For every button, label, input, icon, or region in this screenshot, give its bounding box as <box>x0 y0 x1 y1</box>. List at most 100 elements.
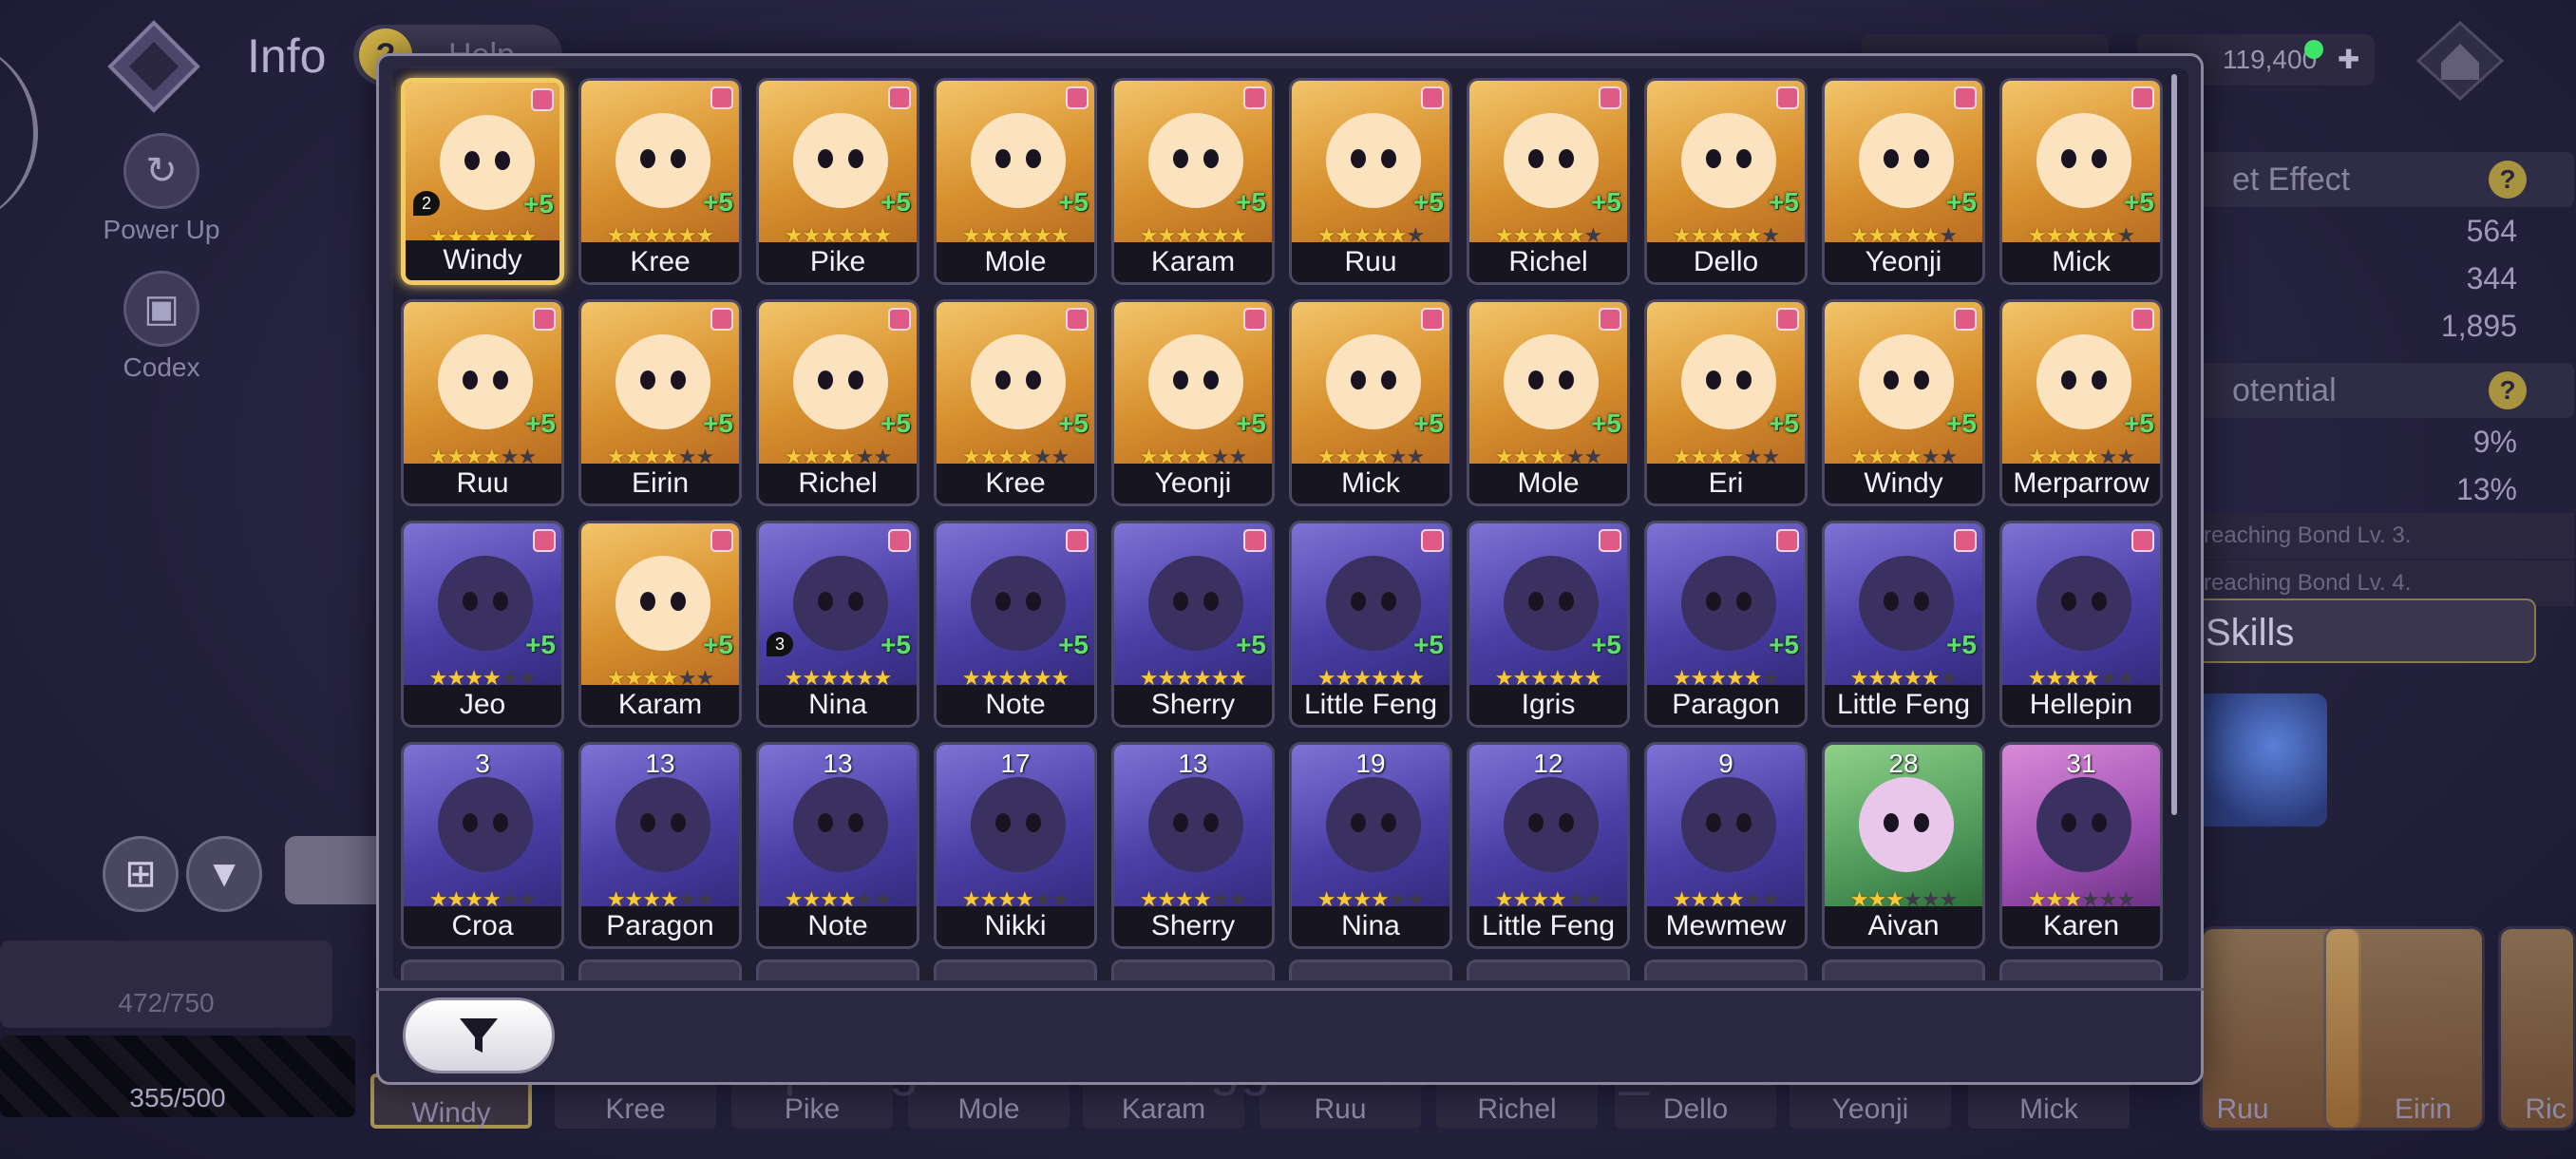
bottom-strip-card[interactable]: Eirin <box>2342 1074 2504 1129</box>
add-gems-icon[interactable]: ✚ <box>2338 45 2359 74</box>
skill-icon[interactable] <box>2194 694 2327 826</box>
character-card-partial[interactable] <box>756 960 919 980</box>
lock-icon[interactable] <box>1776 86 1799 109</box>
lock-icon[interactable] <box>1776 529 1799 552</box>
character-card[interactable]: 3 ★★★★★★ Croa <box>401 742 564 949</box>
character-card[interactable]: +5 ★★★★★★ Kree <box>934 299 1097 506</box>
character-card[interactable]: +5 ★★★★★★ Karam <box>1111 78 1275 285</box>
character-card[interactable]: +5 ★★★★★★ Mole <box>1467 299 1630 506</box>
character-card[interactable]: 9 ★★★★★★ Mewmew <box>1644 742 1808 949</box>
character-card[interactable]: 12 ★★★★★★ Little Feng <box>1467 742 1630 949</box>
character-card-partial[interactable] <box>934 960 1097 980</box>
question-icon[interactable]: ? <box>2489 371 2527 409</box>
character-card[interactable]: ★★★★★★ Hellepin <box>1999 521 2163 728</box>
lock-icon[interactable] <box>1243 529 1266 552</box>
home-icon[interactable] <box>2413 13 2508 108</box>
character-card-partial[interactable] <box>1822 960 1985 980</box>
character-face <box>793 777 888 872</box>
character-card[interactable]: +5 ★★★★★★ Richel <box>1467 78 1630 285</box>
character-card[interactable]: +5 ★★★★★★ Paragon <box>1644 521 1808 728</box>
character-card[interactable]: 13 ★★★★★★ Paragon <box>578 742 742 949</box>
lock-icon[interactable] <box>888 86 911 109</box>
lock-icon[interactable] <box>1243 308 1266 331</box>
character-card[interactable]: 2 +5 ★★★★★★ Windy <box>401 78 564 285</box>
character-card[interactable]: +5 ★★★★★★ Yeonji <box>1822 78 1985 285</box>
character-card[interactable]: +5 ★★★★★★ Note <box>934 521 1097 728</box>
lock-icon[interactable] <box>888 308 911 331</box>
character-card[interactable]: 28 ★★★★★★ Aivan <box>1822 742 1985 949</box>
character-card[interactable]: +5 ★★★★★★ Richel <box>756 299 919 506</box>
funnel-icon[interactable]: ▼ <box>186 836 262 912</box>
character-card[interactable]: +5 ★★★★★★ Eirin <box>578 299 742 506</box>
lock-icon[interactable] <box>710 529 733 552</box>
lock-icon[interactable] <box>1421 308 1444 331</box>
character-card-partial[interactable] <box>578 960 742 980</box>
lock-icon[interactable] <box>1776 308 1799 331</box>
lock-icon[interactable] <box>2131 86 2154 109</box>
character-card[interactable]: +5 ★★★★★★ Kree <box>578 78 742 285</box>
character-card[interactable]: +5 ★★★★★★ Ruu <box>1289 78 1452 285</box>
lock-icon[interactable] <box>1066 86 1089 109</box>
character-card-partial[interactable] <box>1111 960 1275 980</box>
lock-icon[interactable] <box>1243 86 1266 109</box>
filter-button[interactable] <box>403 998 555 1074</box>
lock-icon[interactable] <box>1599 529 1621 552</box>
character-card[interactable]: +5 ★★★★★★ Little Feng <box>1822 521 1985 728</box>
character-card[interactable]: +5 ★★★★★★ Igris <box>1467 521 1630 728</box>
character-card[interactable]: +5 ★★★★★★ Little Feng <box>1289 521 1452 728</box>
character-card[interactable]: +5 ★★★★★★ Windy <box>1822 299 1985 506</box>
lock-icon[interactable] <box>1599 308 1621 331</box>
scrollbar[interactable] <box>2171 74 2177 815</box>
character-card[interactable]: +5 ★★★★★★ Dello <box>1644 78 1808 285</box>
character-card[interactable]: +5 ★★★★★★ Jeo <box>401 521 564 728</box>
lock-icon[interactable] <box>710 308 733 331</box>
character-card[interactable]: +5 ★★★★★★ Pike <box>756 78 919 285</box>
character-card[interactable]: 3 +5 ★★★★★★ Nina <box>756 521 919 728</box>
card-count: 13 <box>1178 749 1208 778</box>
character-card[interactable]: +5 ★★★★★★ Eri <box>1644 299 1808 506</box>
lock-icon[interactable] <box>1066 529 1089 552</box>
lock-icon[interactable] <box>1954 308 1977 331</box>
character-card[interactable]: +5 ★★★★★★ Ruu <box>401 299 564 506</box>
side-item-power-up[interactable]: ↻ Power Up <box>85 133 237 271</box>
lock-icon[interactable] <box>1599 86 1621 109</box>
grid-view-icon[interactable]: ⊞ <box>103 836 179 912</box>
character-card[interactable]: 17 ★★★★★★ Nikki <box>934 742 1097 949</box>
character-card[interactable]: +5 ★★★★★★ Mick <box>1289 299 1452 506</box>
character-card[interactable]: +5 ★★★★★★ Mole <box>934 78 1097 285</box>
lock-icon[interactable] <box>533 529 556 552</box>
character-card[interactable]: +5 ★★★★★★ Sherry <box>1111 521 1275 728</box>
character-card[interactable]: +5 ★★★★★★ Karam <box>578 521 742 728</box>
question-icon[interactable]: ? <box>2489 161 2527 199</box>
character-card-partial[interactable] <box>1467 960 1630 980</box>
lock-icon[interactable] <box>710 86 733 109</box>
character-card-partial[interactable] <box>1289 960 1452 980</box>
lock-icon[interactable] <box>1954 529 1977 552</box>
character-card-partial[interactable] <box>401 960 564 980</box>
character-card[interactable]: +5 ★★★★★★ Merparrow <box>1999 299 2163 506</box>
bottom-strip-card[interactable]: Ric <box>2515 1074 2576 1129</box>
lock-icon[interactable] <box>1954 86 1977 109</box>
character-card[interactable]: 13 ★★★★★★ Note <box>756 742 919 949</box>
bond-heart-icon: 3 <box>767 632 793 656</box>
lock-icon[interactable] <box>1066 308 1089 331</box>
enhance-level: +5 <box>523 189 554 218</box>
lock-icon[interactable] <box>1421 529 1444 552</box>
lock-icon[interactable] <box>1421 86 1444 109</box>
character-card[interactable]: 19 ★★★★★★ Nina <box>1289 742 1452 949</box>
lock-icon[interactable] <box>531 88 554 111</box>
back-arc[interactable] <box>0 38 38 228</box>
character-card[interactable]: +5 ★★★★★★ Mick <box>1999 78 2163 285</box>
character-card[interactable]: 13 ★★★★★★ Sherry <box>1111 742 1275 949</box>
lock-icon[interactable] <box>2131 308 2154 331</box>
lock-icon[interactable] <box>2131 529 2154 552</box>
character-card[interactable]: +5 ★★★★★★ Yeonji <box>1111 299 1275 506</box>
character-card[interactable]: 31 ★★★★★★ Karen <box>1999 742 2163 949</box>
lock-icon[interactable] <box>533 308 556 331</box>
character-card-partial[interactable] <box>1644 960 1808 980</box>
skills-tab[interactable]: Skills <box>2194 598 2536 663</box>
lock-icon[interactable] <box>888 529 911 552</box>
character-card-partial[interactable] <box>1999 960 2163 980</box>
character-face <box>1504 334 1599 429</box>
side-item-codex[interactable]: ▣ Codex <box>85 271 237 408</box>
